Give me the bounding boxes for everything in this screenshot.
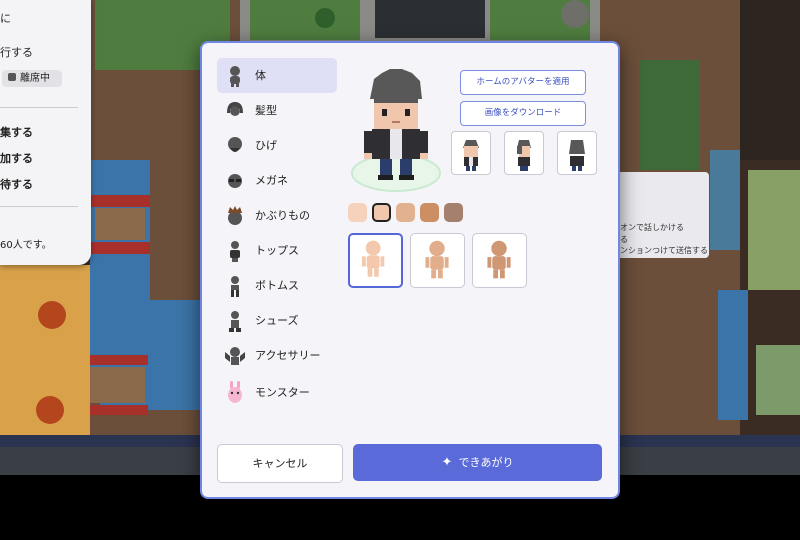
skin-color-swatch[interactable] xyxy=(372,203,391,222)
side-menu-item[interactable]: 待する xyxy=(0,176,33,192)
category-label: ボトムス xyxy=(255,279,299,292)
hair-icon xyxy=(227,102,243,116)
tooltip-line: ンションつけて送信する xyxy=(620,246,708,255)
category-list: 体 髪型 ひげ メガネ かぶりもの トップス ボトムス シューズ アクセサリー … xyxy=(217,58,337,410)
shoes-icon xyxy=(229,311,241,332)
category-label: トップス xyxy=(255,244,299,257)
category-monster[interactable]: モンスター xyxy=(217,375,337,410)
category-beard[interactable]: ひげ xyxy=(217,128,337,163)
category-hair[interactable]: 髪型 xyxy=(217,93,337,128)
body-icon xyxy=(230,66,240,87)
sparkle-icon: ✦ xyxy=(441,455,453,470)
skin-color-swatch[interactable] xyxy=(444,203,463,222)
tops-icon xyxy=(230,241,240,262)
beard-icon xyxy=(228,137,242,152)
body-type-thumbnail xyxy=(487,240,511,279)
side-menu-item[interactable]: 集する xyxy=(0,124,33,140)
category-bottoms[interactable]: ボトムス xyxy=(217,268,337,303)
category-label: アクセサリー xyxy=(255,349,321,362)
status-label: 離席中 xyxy=(20,73,50,84)
tooltip-line: オンで話しかける xyxy=(620,223,684,232)
category-accessory[interactable]: アクセサリー xyxy=(217,338,337,373)
category-label: メガネ xyxy=(255,174,288,187)
bottoms-icon xyxy=(231,276,239,297)
done-button-label: できあがり xyxy=(458,456,514,469)
status-icon xyxy=(8,73,16,81)
category-body[interactable]: 体 xyxy=(217,58,337,93)
direction-back-card[interactable] xyxy=(557,131,597,175)
avatar-preview xyxy=(351,69,441,192)
skin-color-swatch[interactable] xyxy=(396,203,415,222)
body-type-thumbnail xyxy=(362,240,385,277)
accessory-icon xyxy=(225,347,245,365)
glasses-icon xyxy=(228,174,242,188)
body-type-medium-card[interactable] xyxy=(410,233,465,288)
avatar-editor-modal: 体 髪型 ひげ メガネ かぶりもの トップス ボトムス シューズ アクセサリー … xyxy=(200,41,620,499)
category-label: かぶりもの xyxy=(255,209,310,222)
apply-home-avatar-button[interactable]: ホームのアバターを適用 xyxy=(460,70,586,95)
monster-icon xyxy=(228,381,242,403)
side-menu-item[interactable]: に xyxy=(0,10,11,26)
avatar-side-thumbnail xyxy=(517,140,531,171)
avatar-front-thumbnail xyxy=(463,140,479,171)
side-menu-item[interactable]: 加する xyxy=(0,150,33,166)
side-menu-item[interactable]: 行する xyxy=(0,44,33,60)
help-tooltip: オンで話しかける る ンションつけて送信する xyxy=(612,172,709,258)
category-label: モンスター xyxy=(255,386,310,399)
cancel-button[interactable]: キャンセル xyxy=(217,444,343,483)
side-menu-panel: に 行する 離席中 集する 加する 待する 60人です。 xyxy=(0,0,91,265)
done-button[interactable]: ✦ できあがり xyxy=(353,444,602,481)
download-image-button[interactable]: 画像をダウンロード xyxy=(460,101,586,126)
body-type-thumbnail xyxy=(425,240,449,279)
skin-color-swatch[interactable] xyxy=(348,203,367,222)
category-shoes[interactable]: シューズ xyxy=(217,303,337,338)
category-hat[interactable]: かぶりもの xyxy=(217,198,337,233)
hat-icon xyxy=(228,206,242,225)
direction-side-card[interactable] xyxy=(504,131,544,175)
tooltip-line: る xyxy=(620,235,628,244)
category-label: 体 xyxy=(255,69,266,82)
skin-color-swatch[interactable] xyxy=(420,203,439,222)
category-label: 髪型 xyxy=(255,104,277,117)
direction-front-card[interactable] xyxy=(451,131,491,175)
category-tops[interactable]: トップス xyxy=(217,233,337,268)
status-badge[interactable]: 離席中 xyxy=(2,70,62,87)
divider xyxy=(0,107,78,108)
avatar-back-thumbnail xyxy=(569,140,585,171)
participant-count-text: 60人です。 xyxy=(0,240,52,251)
category-label: ひげ xyxy=(255,139,277,152)
body-type-light-card[interactable] xyxy=(348,233,403,288)
category-glasses[interactable]: メガネ xyxy=(217,163,337,198)
body-type-tan-card[interactable] xyxy=(472,233,527,288)
divider xyxy=(0,206,78,207)
category-label: シューズ xyxy=(255,314,299,327)
